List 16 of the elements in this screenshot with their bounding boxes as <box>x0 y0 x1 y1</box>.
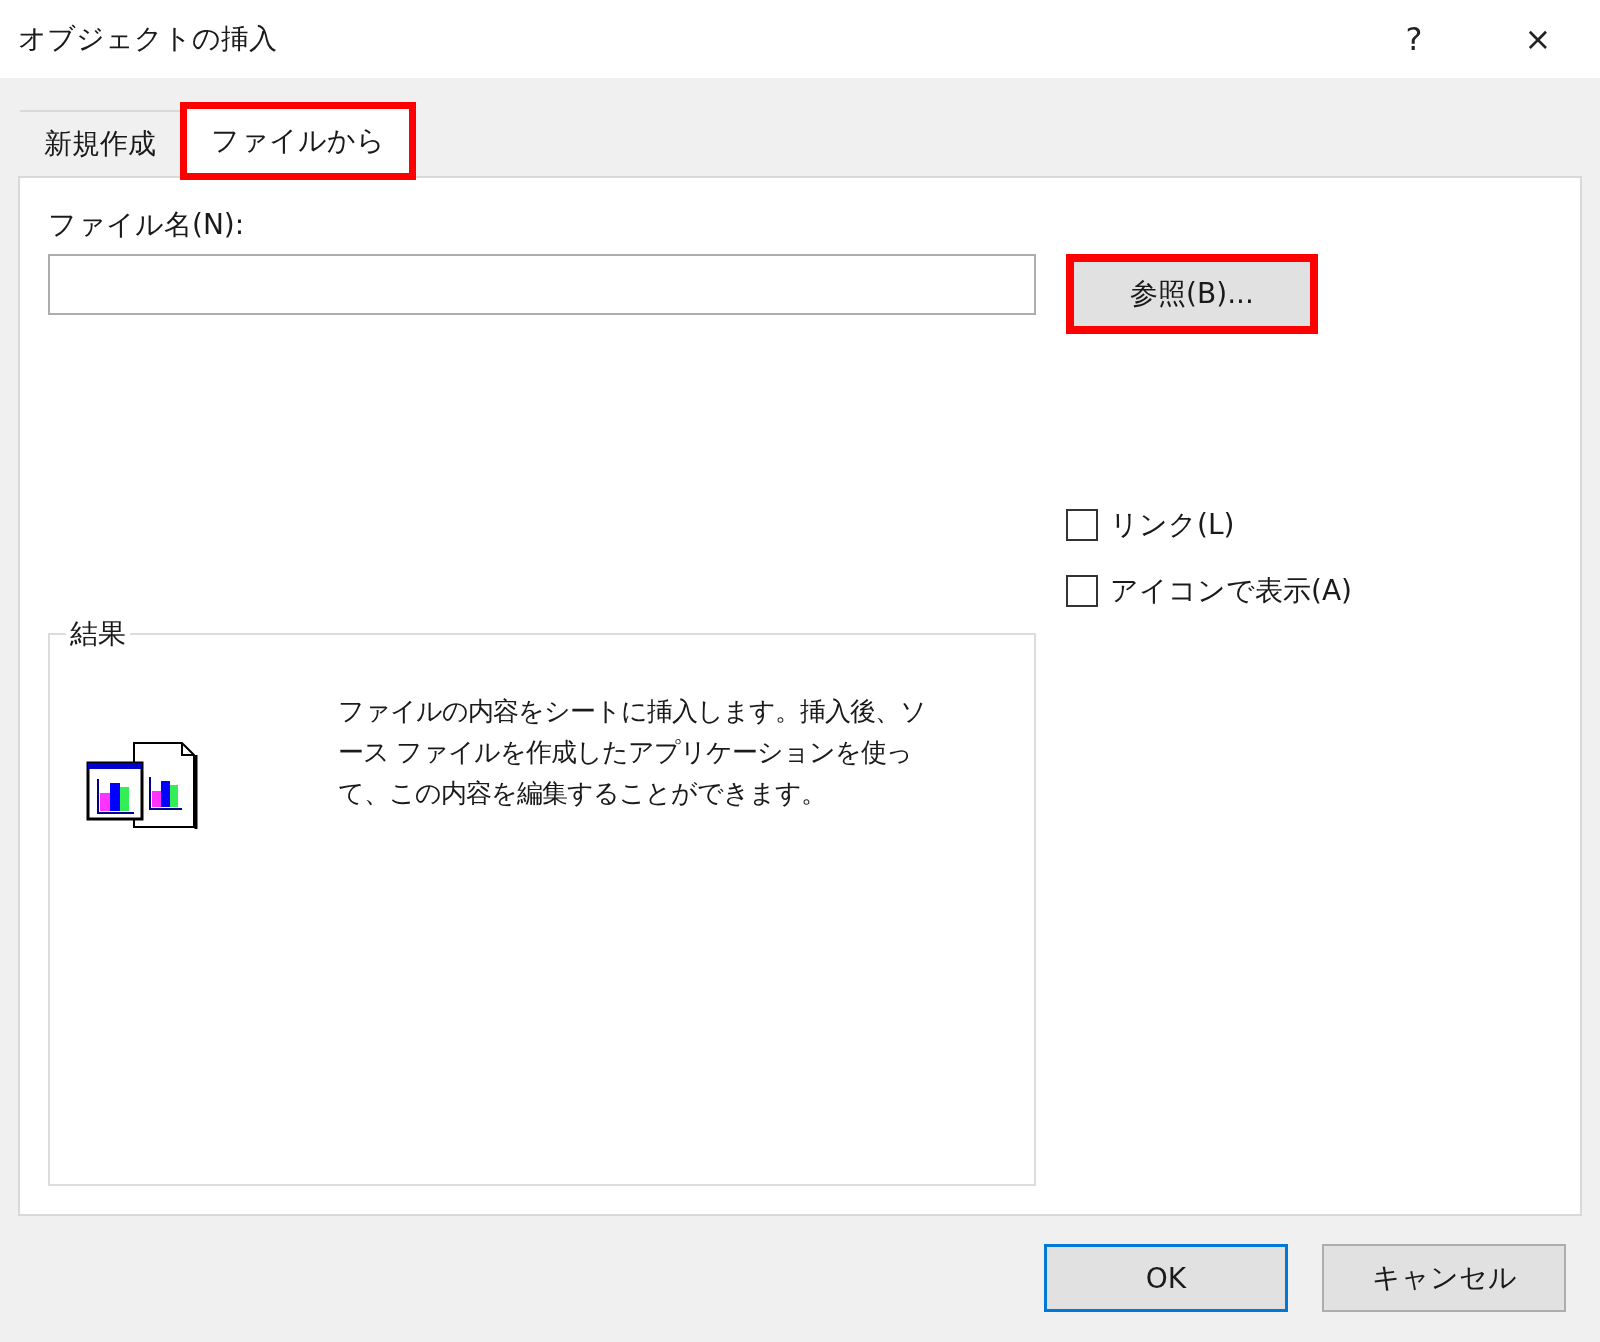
embedded-chart-document-icon <box>86 741 198 832</box>
result-description: ファイルの内容をシートに挿入します。挿入後、ソース ファイルを作成したアプリケーションを使って、この内容を編集することができます。 <box>338 695 927 811</box>
checkbox-label: アイコンで表示(A) <box>1110 573 1352 609</box>
dialog-button[interactable]: OK <box>1044 1244 1288 1312</box>
checkbox[interactable] <box>1066 509 1098 541</box>
file-name-field[interactable] <box>48 254 1036 316</box>
window-title: オブジェクトの挿入 <box>18 21 278 57</box>
help-button[interactable]: ? <box>1352 0 1476 78</box>
checkbox[interactable] <box>1066 575 1098 607</box>
checkbox-label: リンク(L) <box>1110 507 1235 543</box>
file-name-label: ファイル名(N): <box>48 207 246 243</box>
tab[interactable]: ファイルから <box>180 102 416 180</box>
close-button[interactable]: × <box>1476 0 1600 78</box>
result-title: 結果 <box>69 616 127 653</box>
browse-button[interactable]: 参照(B)... <box>1066 254 1318 334</box>
dialog-button[interactable]: キャンセル <box>1322 1244 1566 1312</box>
